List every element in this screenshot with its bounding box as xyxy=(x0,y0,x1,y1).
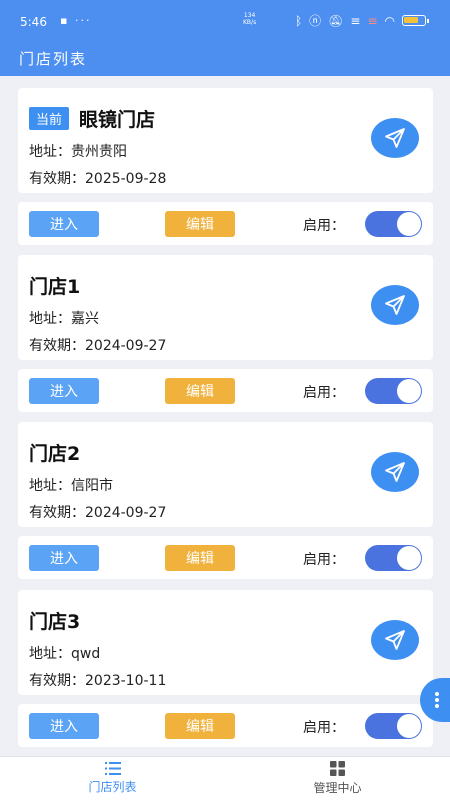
more-vertical-icon xyxy=(435,692,439,708)
signal-icon: ≡ xyxy=(350,13,361,28)
net-speed: 134 KB/s xyxy=(243,12,256,26)
validity-label: 有效期： xyxy=(29,673,85,689)
validity-label: 有效期： xyxy=(29,171,85,187)
wifi-icon: ◠ xyxy=(384,13,395,28)
store-name-row: 当前 眼镜门店 xyxy=(29,105,155,132)
net-speed-unit: KB/s xyxy=(243,19,257,26)
store-validity: 有效期：2023-10-11 xyxy=(29,670,166,690)
address-value: qwd xyxy=(71,646,101,662)
send-icon xyxy=(385,128,405,148)
store-actions: 进入 编辑 启用： xyxy=(18,202,433,245)
notification-icons: ▪ ··· xyxy=(60,14,92,27)
store-actions: 进入 编辑 启用： xyxy=(18,536,433,579)
store-name: 门店2 xyxy=(29,443,81,465)
store-validity: 有效期：2024-09-27 xyxy=(29,502,166,522)
navigate-button[interactable] xyxy=(371,452,419,492)
enable-label: 启用： xyxy=(303,552,345,568)
store-actions: 进入 编辑 启用： xyxy=(18,704,433,747)
enter-button[interactable]: 进入 xyxy=(29,713,99,739)
store-name-row: 门店1 xyxy=(29,272,80,299)
current-badge: 当前 xyxy=(29,107,70,130)
toggle-knob xyxy=(397,379,421,403)
validity-label: 有效期： xyxy=(29,338,85,354)
store-card: 门店1 地址：嘉兴 有效期：2024-09-27 xyxy=(18,255,433,360)
address-label: 地址： xyxy=(29,646,71,662)
status-time: 5:46 xyxy=(20,15,47,29)
send-icon xyxy=(385,295,405,315)
enable-toggle[interactable] xyxy=(365,713,422,739)
store-name-row: 门店3 xyxy=(29,607,80,634)
navigate-button[interactable] xyxy=(371,118,419,158)
address-value: 贵州贵阳 xyxy=(71,144,127,160)
store-card: 当前 眼镜门店 地址：贵州贵阳 有效期：2025-09-28 xyxy=(18,88,433,193)
edit-button[interactable]: 编辑 xyxy=(165,378,235,404)
address-value: 信阳市 xyxy=(71,478,113,494)
enable-toggle[interactable] xyxy=(365,378,422,404)
enable-toggle[interactable] xyxy=(365,211,422,237)
validity-value: 2024-09-27 xyxy=(85,338,167,354)
status-bar: 5:46 ▪ ··· 134 KB/s ᛒ ⓝ 🔕︎ ≡ ≡ ◠ xyxy=(0,0,450,42)
enable-toggle[interactable] xyxy=(365,545,422,571)
address-label: 地址： xyxy=(29,311,71,327)
edit-button[interactable]: 编辑 xyxy=(165,713,235,739)
net-speed-value: 134 xyxy=(243,12,256,19)
store-card: 门店3 地址：qwd 有效期：2023-10-11 xyxy=(18,590,433,695)
store-name: 门店1 xyxy=(29,276,81,298)
status-icons: ᛒ ⓝ 🔕︎ ≡ ≡ ◠ xyxy=(294,12,429,29)
nfc-icon: ⓝ xyxy=(309,14,322,28)
store-address: 地址：qwd xyxy=(29,643,100,663)
store-actions: 进入 编辑 启用： xyxy=(18,369,433,412)
tab-label: 门店列表 xyxy=(88,780,137,794)
tab-label: 管理中心 xyxy=(313,781,362,795)
validity-value: 2023-10-11 xyxy=(85,673,167,689)
bottom-tab-bar: 门店列表 管理中心 xyxy=(0,756,450,800)
navigate-button[interactable] xyxy=(371,620,419,660)
store-list[interactable]: 当前 眼镜门店 地址：贵州贵阳 有效期：2025-09-28 进入 编辑 启用：… xyxy=(0,76,450,756)
validity-value: 2025-09-28 xyxy=(85,171,167,187)
send-icon xyxy=(385,462,405,482)
app-header: 5:46 ▪ ··· 134 KB/s ᛒ ⓝ 🔕︎ ≡ ≡ ◠ 门店列表 xyxy=(0,0,450,76)
address-label: 地址： xyxy=(29,478,71,494)
toggle-knob xyxy=(397,546,421,570)
validity-value: 2024-09-27 xyxy=(85,505,167,521)
enter-button[interactable]: 进入 xyxy=(29,211,99,237)
edit-button[interactable]: 编辑 xyxy=(165,545,235,571)
grid-icon xyxy=(330,761,345,776)
enable-label: 启用： xyxy=(303,385,345,401)
store-name-row: 门店2 xyxy=(29,439,80,466)
address-value: 嘉兴 xyxy=(71,311,99,327)
tab-management-center[interactable]: 管理中心 xyxy=(225,757,450,800)
bluetooth-icon: ᛒ xyxy=(294,13,303,28)
store-name: 眼镜门店 xyxy=(79,109,156,131)
list-icon xyxy=(104,762,121,775)
tab-store-list[interactable]: 门店列表 xyxy=(0,757,225,800)
enable-label: 启用： xyxy=(303,720,345,736)
toggle-knob xyxy=(397,212,421,236)
battery-icon xyxy=(402,15,429,26)
store-name: 门店3 xyxy=(29,611,81,633)
edit-button[interactable]: 编辑 xyxy=(165,211,235,237)
toggle-knob xyxy=(397,714,421,738)
enable-label: 启用： xyxy=(303,218,345,234)
enter-button[interactable]: 进入 xyxy=(29,378,99,404)
store-card: 门店2 地址：信阳市 有效期：2024-09-27 xyxy=(18,422,433,527)
store-validity: 有效期：2024-09-27 xyxy=(29,335,166,355)
store-address: 地址：贵州贵阳 xyxy=(29,141,127,161)
validity-label: 有效期： xyxy=(29,505,85,521)
page-title: 门店列表 xyxy=(19,50,88,68)
send-icon xyxy=(385,630,405,650)
navigate-button[interactable] xyxy=(371,285,419,325)
signal-icon-2: ≡ xyxy=(367,13,378,28)
store-address: 地址：嘉兴 xyxy=(29,308,99,328)
enter-button[interactable]: 进入 xyxy=(29,545,99,571)
address-label: 地址： xyxy=(29,144,71,160)
store-address: 地址：信阳市 xyxy=(29,475,113,495)
store-validity: 有效期：2025-09-28 xyxy=(29,168,166,188)
mute-icon: 🔕︎ xyxy=(328,13,344,28)
